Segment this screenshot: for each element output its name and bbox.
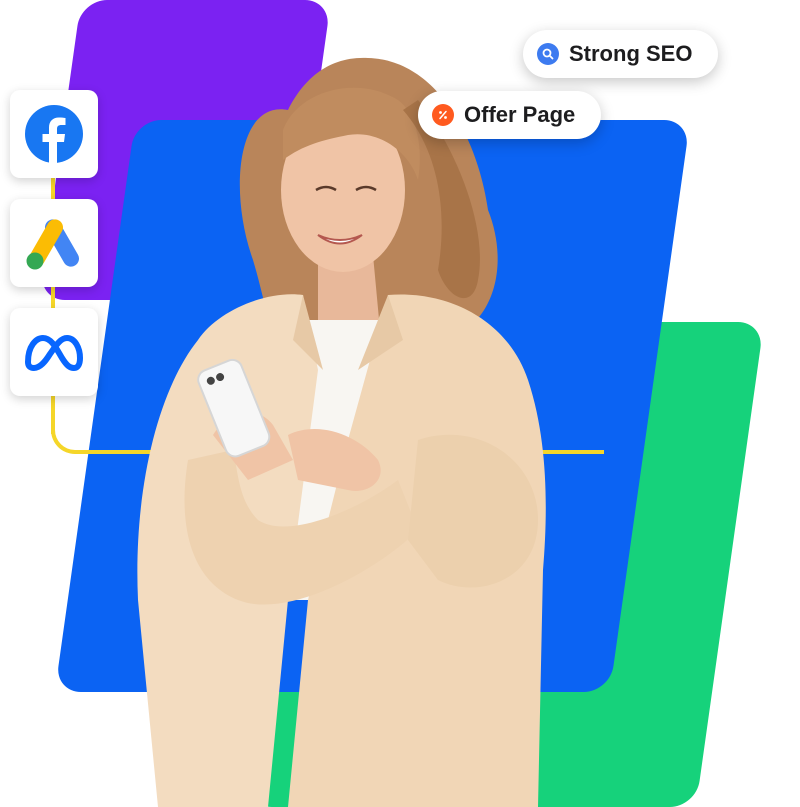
- woman-with-phone-illustration: [137, 57, 546, 807]
- search-icon: [537, 43, 559, 65]
- offer-page-badge: Offer Page: [418, 91, 602, 139]
- facebook-icon: [25, 105, 83, 164]
- meta-tile[interactable]: [10, 308, 98, 396]
- meta-icon: [25, 335, 83, 371]
- google-ads-icon: [26, 219, 79, 270]
- google-ads-tile[interactable]: [10, 199, 98, 287]
- strong-seo-badge: Strong SEO: [523, 30, 719, 78]
- offer-page-label: Offer Page: [464, 102, 576, 127]
- hero-illustration: Strong SEO Offer Page: [0, 0, 800, 807]
- facebook-tile[interactable]: [10, 90, 98, 178]
- discount-flame-icon: [432, 104, 454, 126]
- connector-corner: [51, 420, 91, 454]
- strong-seo-label: Strong SEO: [569, 41, 693, 66]
